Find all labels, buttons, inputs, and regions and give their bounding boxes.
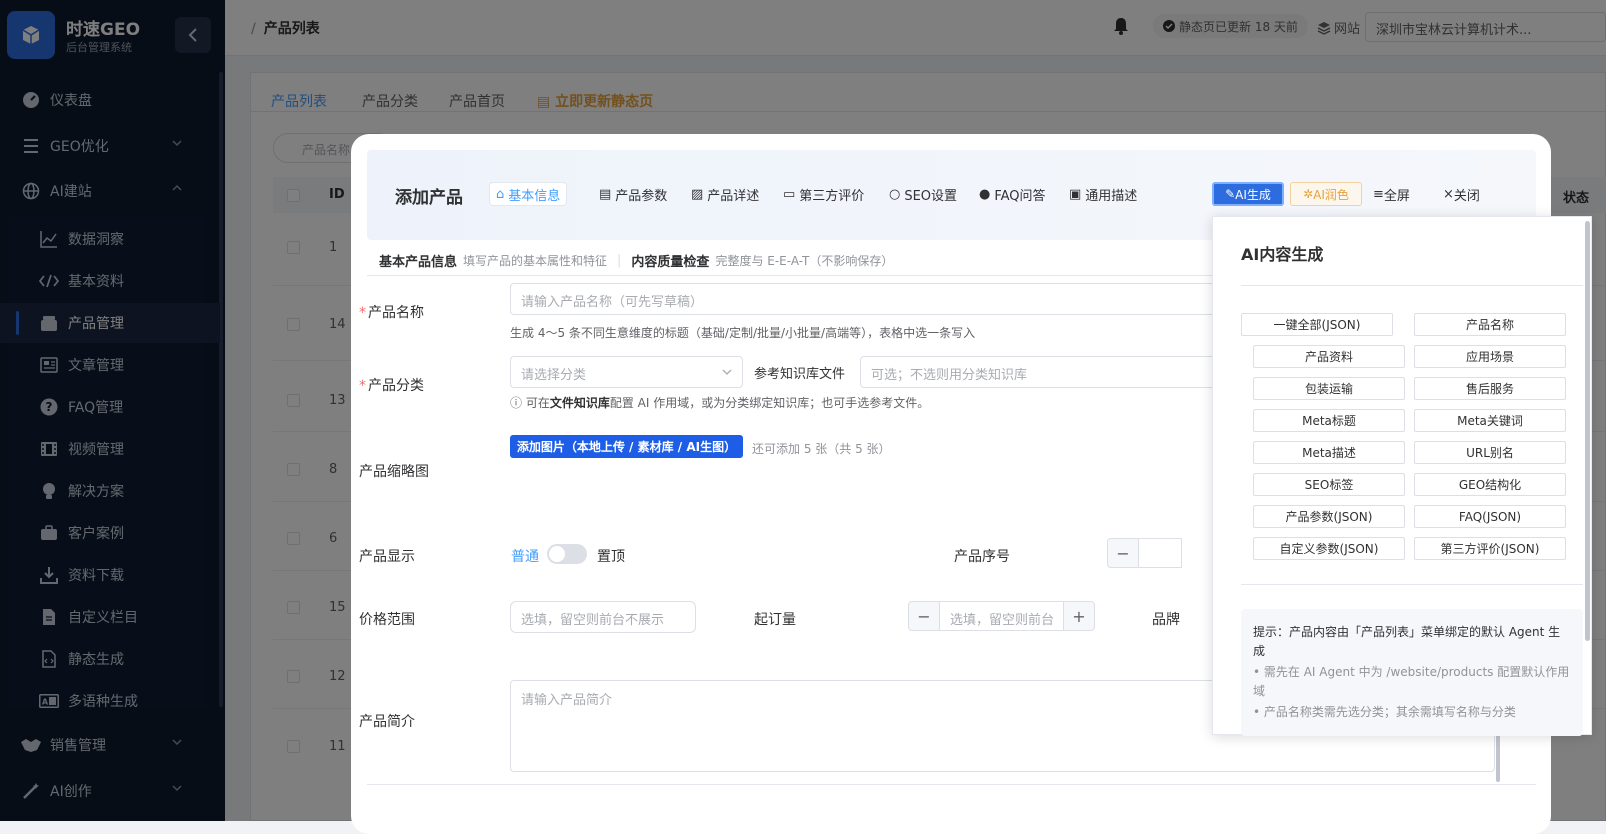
product-name-help: 生成 4～5 条不同生意维度的标题（基础/定制/批量/小批量/高端等），表格中选…: [510, 326, 976, 340]
generate-seo-tags-button[interactable]: SEO标签: [1253, 473, 1405, 496]
generate-meta-keywords-button[interactable]: Meta关键词: [1414, 409, 1566, 432]
tab-label: 通用描述: [1085, 188, 1138, 204]
order-decrement-button[interactable]: −: [1107, 538, 1139, 568]
ai-generate-label: AI生成: [1235, 187, 1271, 202]
generate-meta-description-button[interactable]: Meta描述: [1253, 441, 1405, 464]
display-normal-label[interactable]: 普通: [511, 546, 539, 566]
fullscreen-button[interactable]: ≡ 全屏: [1373, 182, 1410, 206]
generate-after-sales-button[interactable]: 售后服务: [1414, 377, 1566, 400]
edit-icon: ✎: [1225, 187, 1236, 201]
add-image-button[interactable]: 添加图片（本地上传 / 素材库 / AI生图）: [510, 435, 743, 458]
generate-product-name-button[interactable]: 产品名称: [1414, 313, 1566, 336]
ai-content-panel: AI内容生成 一键全部(JSON) 产品名称 产品资料 应用场景 包装运输 售后…: [1212, 216, 1592, 736]
ai-tip-box: 提示：产品内容由「产品列表」菜单绑定的默认 Agent 生成 • 需先在 AI …: [1241, 609, 1583, 736]
order-label: 产品序号: [954, 549, 1010, 565]
chevron-down-icon: [722, 369, 732, 375]
kb-help-text-2: 配置 AI 作用域，或为分类绑定知识库；也可手选参考文件。: [609, 396, 930, 410]
kb-help-link[interactable]: 文件知识库: [550, 396, 610, 410]
ai-panel-divider: [1241, 285, 1583, 286]
tab-label: 基本信息: [508, 188, 561, 204]
close-button[interactable]: × 关闭: [1443, 182, 1480, 206]
thumbnail-hint: 还可添加 5 张（共 5 张）: [752, 442, 891, 456]
image-icon: ▨: [691, 186, 704, 202]
fullscreen-label: 全屏: [1383, 188, 1410, 204]
moq-decrement-button[interactable]: −: [908, 601, 940, 631]
tab-product-detail[interactable]: ▨ 产品详述: [685, 182, 765, 206]
order-input[interactable]: [1138, 538, 1182, 568]
ai-panel-title: AI内容生成: [1241, 245, 1324, 264]
basic-section-hint: 填写产品的基本属性和特征: [463, 254, 608, 268]
ai-panel-divider: [1241, 584, 1583, 585]
thumbnail-label: 产品缩略图: [359, 464, 429, 480]
quality-section-hint: 完整度与 E-E-A-T（不影响保存）: [715, 254, 894, 268]
document-icon: ▤: [599, 186, 612, 202]
moq-label: 起订量: [754, 612, 796, 628]
tab-faq[interactable]: ● FAQ问答: [973, 182, 1052, 206]
generate-packaging-button[interactable]: 包装运输: [1253, 377, 1405, 400]
tab-label: 第三方评价: [799, 188, 865, 204]
tab-label: 产品参数: [615, 188, 668, 204]
info-icon: ⓘ: [510, 396, 526, 410]
generate-product-info-button[interactable]: 产品资料: [1253, 345, 1405, 368]
price-label: 价格范围: [359, 612, 415, 628]
sparkle-icon: ✲: [1303, 187, 1314, 201]
generate-third-party-review-button[interactable]: 第三方评价(JSON): [1414, 537, 1566, 560]
kb-help-text: 可在: [525, 396, 550, 410]
ai-polish-button[interactable]: ✲ AI润色: [1290, 182, 1362, 206]
generate-product-params-button[interactable]: 产品参数(JSON): [1253, 505, 1405, 528]
category-placeholder: 请选择分类: [521, 368, 587, 383]
ai-panel-scrollbar[interactable]: [1585, 221, 1590, 641]
dialog-title: 添加产品: [395, 188, 463, 208]
search-icon: ○: [889, 186, 901, 202]
moq-increment-button[interactable]: +: [1063, 601, 1095, 631]
tab-label: FAQ问答: [994, 188, 1046, 204]
tab-basic-info[interactable]: ⌂ 基本信息: [489, 182, 568, 206]
generate-faq-button[interactable]: FAQ(JSON): [1414, 505, 1566, 528]
display-label: 产品显示: [359, 549, 415, 565]
generate-geo-structured-button[interactable]: GEO结构化: [1414, 473, 1566, 496]
category-select[interactable]: 请选择分类: [510, 356, 743, 388]
generate-all-button[interactable]: 一键全部(JSON): [1241, 313, 1393, 336]
tab-quality-check[interactable]: 内容质量检查: [631, 251, 709, 270]
product-name-label: * 产品名称: [359, 305, 424, 321]
tab-product-params[interactable]: ▤ 产品参数: [593, 182, 673, 206]
kb-file-label: 参考知识库文件: [754, 367, 846, 382]
ai-polish-label: AI润色: [1313, 187, 1349, 202]
display-top-label[interactable]: 置顶: [597, 546, 625, 566]
copy-icon: ▣: [1069, 186, 1082, 202]
dialog-divider: [367, 784, 1536, 785]
menu-icon: ≡: [1373, 186, 1384, 202]
home-icon: ⌂: [496, 186, 505, 202]
comment-icon: ▭: [783, 186, 796, 202]
price-input[interactable]: 选填，留空则前台不展示: [510, 601, 696, 633]
question-circle-icon: ●: [979, 186, 991, 202]
tab-label: 产品详述: [707, 188, 760, 204]
ai-tip-title: 提示：产品内容由「产品列表」菜单绑定的默认 Agent 生成: [1253, 625, 1561, 658]
tab-label: SEO设置: [904, 188, 958, 204]
tab-general-description[interactable]: ▣ 通用描述: [1063, 182, 1143, 206]
tab-seo-settings[interactable]: ○ SEO设置: [883, 182, 963, 206]
generate-custom-params-button[interactable]: 自定义参数(JSON): [1253, 537, 1405, 560]
brand-label: 品牌: [1152, 612, 1180, 628]
kb-help: ⓘ 可在文件知识库配置 AI 作用域，或为分类绑定知识库；也可手选参考文件。: [510, 394, 929, 411]
ai-generate-button[interactable]: ✎ AI生成: [1212, 182, 1284, 206]
generate-meta-title-button[interactable]: Meta标题: [1253, 409, 1405, 432]
close-label: 关闭: [1453, 188, 1480, 204]
moq-input[interactable]: 选填，留空则前台: [939, 601, 1064, 631]
product-category-label: * 产品分类: [359, 378, 424, 394]
generate-application-button[interactable]: 应用场景: [1414, 345, 1566, 368]
tab-basic-section[interactable]: 基本产品信息: [379, 251, 457, 270]
ai-tip-line: • 产品名称类需先选分类；其余需填写名称与分类: [1253, 705, 1516, 719]
tab-third-party-review[interactable]: ▭ 第三方评价: [777, 182, 870, 206]
generate-url-alias-button[interactable]: URL别名: [1414, 441, 1566, 464]
section-divider: |: [617, 253, 622, 268]
display-toggle[interactable]: [547, 544, 587, 564]
close-icon: ×: [1443, 186, 1454, 202]
ai-tip-line: • 需先在 AI Agent 中为 /website/products 配置默认…: [1253, 665, 1570, 698]
intro-label: 产品简介: [359, 714, 415, 730]
